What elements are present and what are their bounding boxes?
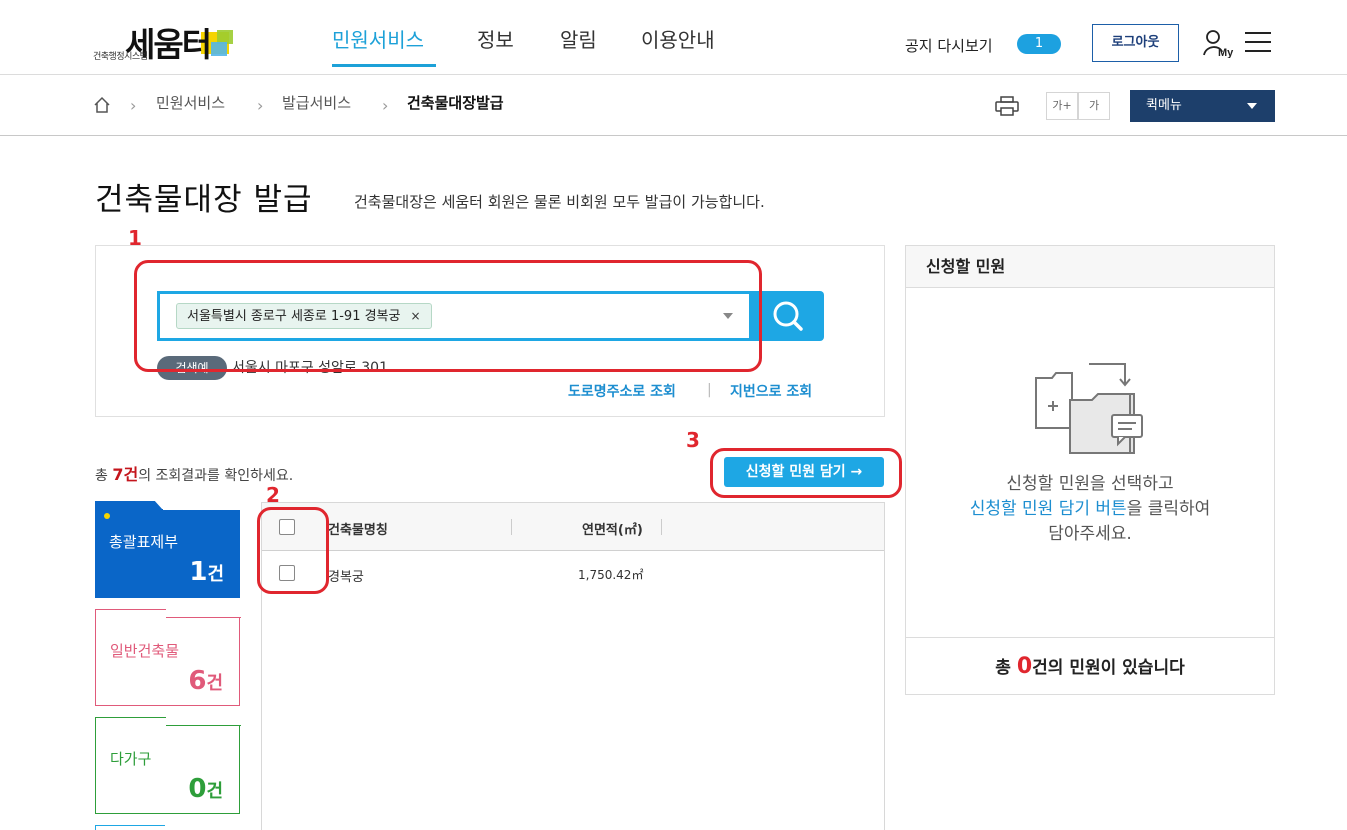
page-title: 건축물대장 발급 — [95, 182, 313, 218]
cart-message-line1: 신청할 민원을 선택하고 — [1006, 474, 1174, 494]
nav-notice[interactable]: 알림 — [560, 24, 597, 53]
result-count-prefix: 총 — [95, 468, 113, 484]
nav-info[interactable]: 정보 — [477, 24, 514, 53]
chevron-right-icon: › — [382, 96, 389, 115]
chevron-right-icon: › — [257, 96, 264, 115]
category-count-unit: 건 — [207, 564, 224, 585]
home-icon[interactable] — [93, 96, 111, 114]
cart-total: 총 0건의 민원이 있습니다 — [906, 637, 1274, 695]
annotation-number-3: 3 — [686, 428, 700, 452]
cart-message-highlight: 신청할 민원 담기 버튼 — [969, 499, 1127, 519]
result-count-number: 7건 — [112, 465, 139, 484]
cart-total-prefix: 총 — [995, 658, 1017, 678]
hamburger-menu-icon[interactable] — [1245, 32, 1271, 54]
my-page-icon[interactable]: My — [1203, 28, 1235, 59]
annotation-box-add-button — [710, 448, 902, 498]
logo-accent-blue — [211, 42, 227, 56]
category-label: 일반건축물 — [110, 642, 180, 660]
quickmenu-label: 퀵메뉴 — [1146, 98, 1182, 113]
font-size-decrease-button[interactable]: 가 — [1078, 92, 1110, 120]
category-count-unit: 건 — [206, 781, 223, 802]
road-address-search-link[interactable]: 도로명주소로 조회 — [568, 381, 676, 401]
column-divider — [661, 519, 662, 535]
category-card-summary[interactable]: 총괄표제부 1건 — [95, 509, 240, 598]
cart-message-line2: 신청할 민원 담기 버튼을 클릭하여 — [906, 497, 1274, 522]
breadcrumb-item-current: 건축물대장발급 — [407, 94, 504, 112]
cart-panel-title: 신청할 민원 — [906, 246, 1274, 288]
cart-total-suffix: 건의 민원이 있습니다 — [1032, 658, 1185, 678]
category-count: 6건 — [188, 666, 223, 696]
category-count-unit: 건 — [206, 673, 223, 694]
site-header: 세움터 건축행정시스템 민원서비스 정보 알림 이용안내 공지 다시보기 1 로… — [0, 0, 1347, 75]
category-card-general[interactable]: 일반건축물 6건 — [95, 617, 240, 706]
annotation-number-1: 1 — [128, 226, 142, 250]
tab-notch — [166, 716, 241, 726]
cart-total-count: 0 — [1016, 654, 1033, 679]
category-card-next-partial[interactable] — [95, 825, 165, 830]
search-button[interactable] — [752, 291, 824, 341]
chevron-right-icon: › — [130, 96, 137, 115]
my-label: My — [1218, 47, 1234, 58]
category-count-number: 6 — [188, 666, 207, 696]
tab-notch — [163, 501, 241, 510]
logout-button[interactable]: 로그아웃 — [1092, 24, 1179, 62]
table-header: 건축물명칭 연면적(㎡) — [262, 503, 884, 551]
breadcrumb: › 민원서비스 › 발급서비스 › 건축물대장발급 가+ 가 퀵메뉴 — [0, 76, 1347, 136]
category-count: 0건 — [188, 774, 223, 804]
column-divider — [511, 519, 512, 535]
notice-replay-link[interactable]: 공지 다시보기 — [905, 35, 993, 56]
lot-number-search-link[interactable]: 지번으로 조회 — [730, 381, 812, 401]
nav-civil-service[interactable]: 민원서비스 — [332, 24, 424, 53]
cart-message-after: 을 클릭하여 — [1126, 499, 1211, 519]
page-description: 건축물대장은 세움터 회원은 물론 비회원 모두 발급이 가능합니다. — [354, 193, 765, 211]
quickmenu-dropdown[interactable]: 퀵메뉴 — [1130, 90, 1275, 122]
breadcrumb-item-civil-service[interactable]: 민원서비스 — [156, 92, 225, 113]
tab-notch-edge — [95, 609, 166, 618]
cart-message-line3: 담아주세요. — [1048, 524, 1132, 544]
category-label: 다가구 — [110, 750, 152, 768]
column-header-name: 건축물명칭 — [328, 523, 388, 538]
tab-notch — [166, 608, 241, 618]
category-label: 총괄표제부 — [109, 533, 179, 551]
print-icon[interactable] — [995, 96, 1019, 116]
application-cart-panel: 신청할 민원 신청할 민원을 선택하고 신청할 민원 담기 버튼을 클릭하여 담… — [905, 245, 1275, 695]
result-count-suffix: 의 조회결과를 확인하세요. — [138, 468, 294, 484]
category-count-number: 1 — [189, 557, 208, 587]
search-icon — [773, 301, 803, 331]
logo-subtitle: 건축행정시스템 — [93, 52, 148, 62]
category-count: 1건 — [189, 557, 224, 587]
result-table: 건축물명칭 연면적(㎡) 경복궁 1,750.42㎡ — [261, 502, 885, 830]
tab-notch-fill — [95, 501, 163, 510]
link-divider: | — [707, 382, 712, 398]
annotation-number-2: 2 — [266, 483, 280, 507]
building-area: 1,750.42㎡ — [578, 568, 644, 582]
nav-guide[interactable]: 이용안내 — [641, 24, 715, 53]
notice-count-badge[interactable]: 1 — [1017, 34, 1061, 54]
annotation-box-checkbox — [257, 507, 329, 594]
result-count: 총 7건의 조회결과를 확인하세요. — [95, 461, 293, 485]
category-card-multi-household[interactable]: 다가구 0건 — [95, 725, 240, 814]
nav-active-underline — [332, 64, 436, 67]
annotation-box-search — [134, 260, 762, 372]
table-row[interactable]: 경복궁 1,750.42㎡ — [262, 551, 884, 595]
building-name: 경복궁 — [328, 570, 364, 585]
column-header-area: 연면적(㎡) — [582, 523, 643, 538]
cart-empty-message: 신청할 민원을 선택하고 신청할 민원 담기 버튼을 클릭하여 담아주세요. — [906, 472, 1274, 547]
tab-notch-edge — [95, 717, 166, 726]
active-dot — [104, 513, 110, 519]
folder-transfer-icon — [1034, 358, 1149, 458]
breadcrumb-item-issue-service[interactable]: 발급서비스 — [282, 92, 351, 113]
font-size-increase-button[interactable]: 가+ — [1046, 92, 1078, 120]
seumteo-logo[interactable]: 세움터 건축행정시스템 — [93, 20, 233, 64]
caret-down-icon — [1247, 103, 1257, 109]
category-count-number: 0 — [188, 774, 207, 804]
